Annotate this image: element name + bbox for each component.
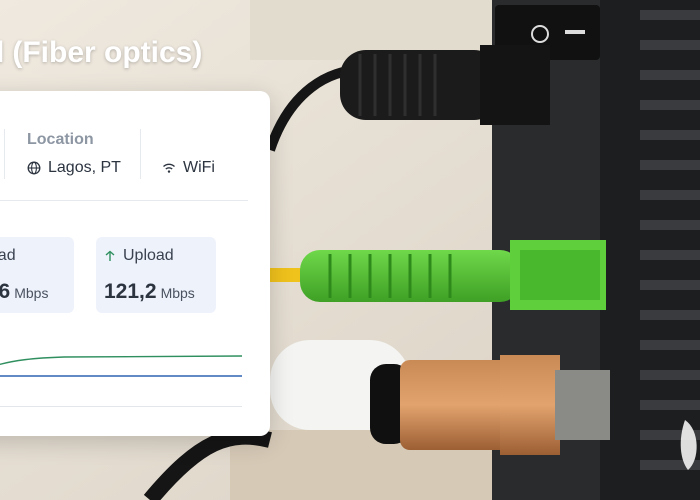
download-graph-line (0, 355, 242, 366)
headline-subtitle: (Fiber optics) (12, 36, 203, 69)
upload-number: 121,2 (104, 280, 157, 303)
connection-type-text: WiFi (183, 159, 215, 176)
divider (0, 200, 248, 201)
download-label: ownload (0, 247, 16, 264)
upload-speed-tile: Upload 121,2 Mbps (96, 237, 216, 313)
wifi-icon (163, 163, 175, 173)
download-number: 3,6 (0, 280, 11, 303)
upload-label: Upload (123, 247, 174, 264)
speed-test-card: Location Lagos, PT WiFi ownload 3,6Mbps (0, 91, 270, 436)
location-label: Location (27, 131, 94, 148)
page-headline: l (Fiber optics) (0, 36, 202, 70)
connection-info-row: Location Lagos, PT WiFi (0, 91, 248, 201)
location-text: Lagos, PT (48, 159, 121, 176)
upload-label-wrap: Upload (104, 247, 174, 265)
download-unit: Mbps (14, 285, 49, 301)
connection-type-value: WiFi (162, 159, 215, 177)
headline-title-fragment: l (0, 36, 5, 69)
upload-value: 121,2 Mbps (104, 280, 195, 304)
download-speed-tile: ownload 3,6Mbps (0, 237, 74, 313)
divider (4, 129, 5, 179)
location-value: Lagos, PT (27, 159, 121, 177)
divider (140, 129, 141, 179)
arrow-up-icon (105, 250, 115, 261)
globe-icon (27, 161, 41, 175)
upload-unit: Mbps (160, 285, 195, 301)
speed-graph (0, 355, 242, 407)
download-value: 3,6Mbps (0, 280, 48, 304)
